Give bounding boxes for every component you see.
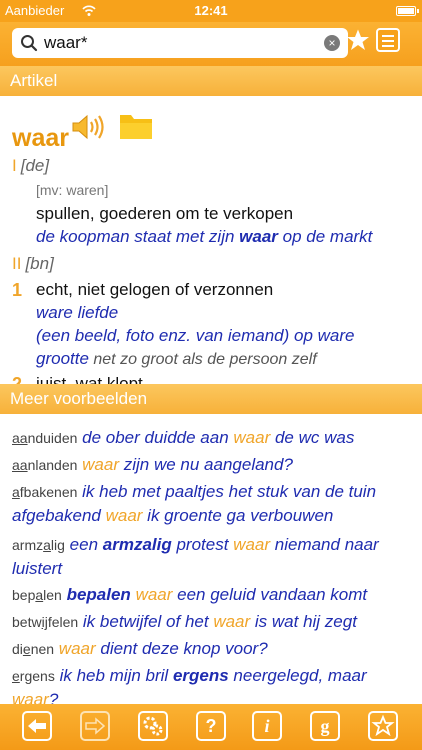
match-term: waar — [233, 428, 271, 447]
example-keyword[interactable]: bepalen — [12, 587, 62, 603]
settings-icon[interactable] — [138, 711, 168, 741]
sense2-definition: echt, niet gelogen of verzonnen — [36, 280, 274, 299]
article-pane[interactable]: waar I [de] [mv: waren] spullen, goederen… — [0, 98, 422, 384]
sense1-example[interactable]: de koopman staat met zijn waar op de mar… — [36, 227, 372, 247]
example-text: dient deze knop voor? — [95, 639, 268, 658]
example-text: een geluid vandaan komt — [172, 585, 368, 604]
example-keyword[interactable]: afbakenen — [12, 484, 77, 500]
example-text: neergelegd, maar — [228, 666, 367, 685]
match-term: waar — [82, 455, 119, 474]
sense2-example-1[interactable]: ware liefde — [36, 303, 118, 323]
match-term: waar — [105, 506, 143, 525]
example-text: zijn we nu aangeland? — [119, 455, 293, 474]
example-text: de wc was — [270, 428, 355, 447]
match-term: waar — [213, 612, 251, 631]
example-text: ik groente ga verbouwen — [142, 506, 334, 525]
example-text: ? — [48, 690, 59, 704]
info-icon[interactable]: i — [252, 711, 282, 741]
list-icon[interactable] — [376, 28, 400, 52]
example-text: ik betwijfel of het — [82, 612, 214, 631]
example-text: ergens — [172, 666, 229, 685]
battery-icon — [396, 6, 419, 16]
sense2-label: II [bn] — [12, 254, 54, 273]
example-keyword[interactable]: aanduiden — [12, 430, 77, 446]
example-text: ik heb mijn bril — [59, 666, 173, 685]
match-term: waar — [135, 585, 173, 604]
example-row[interactable]: bepalen bepalen waar een geluid vandaan … — [12, 583, 412, 607]
search-bar: × — [0, 22, 422, 66]
match-term: waar — [12, 690, 49, 704]
example-row[interactable]: aanduiden de ober duidde aan waar de wc … — [12, 426, 412, 450]
status-bar: Aanbieder 12:41 — [0, 0, 422, 22]
example-text: bepalen — [66, 585, 131, 604]
example-row[interactable]: aanlanden waar zijn we nu aangeland? — [12, 453, 412, 477]
search-icon — [21, 35, 38, 52]
example-text: protest — [171, 535, 234, 554]
match-term: waar — [58, 639, 96, 658]
example-keyword[interactable]: betwijfelen — [12, 614, 78, 630]
example-keyword[interactable]: ergens — [12, 668, 55, 684]
sense2-number-2: 2 — [12, 374, 23, 384]
search-input[interactable] — [44, 31, 324, 55]
example-keyword[interactable]: aanlanden — [12, 457, 77, 473]
example-row[interactable]: ergens ik heb mijn bril ergens neergeleg… — [12, 664, 412, 704]
sense2-definition-2: juist, wat klopt — [36, 374, 143, 384]
example-row[interactable]: afbakenen ik heb met paaltjes het stuk v… — [12, 480, 412, 527]
example-text: een — [69, 535, 103, 554]
examples-list[interactable]: aanduiden de ober duidde aan waar de wc … — [0, 414, 422, 704]
sense2-number: 1 — [12, 280, 23, 300]
sense2-example-3[interactable]: grootte net zo groot als de persoon zelf — [36, 349, 317, 369]
status-time: 12:41 — [194, 3, 228, 18]
sense1-definition: spullen, goederen om te verkopen — [36, 204, 294, 223]
star-icon[interactable] — [346, 28, 370, 52]
example-row[interactable]: betwijfelen ik betwijfel of het waar is … — [12, 610, 412, 634]
example-row[interactable]: armzalig een armzalig protest waar niema… — [12, 533, 412, 580]
match-term: waar — [233, 535, 271, 554]
example-row[interactable]: dienen waar dient deze knop voor? — [12, 637, 412, 661]
folder-icon[interactable] — [119, 112, 153, 142]
sense1-grammar: [mv: waren] — [36, 182, 109, 198]
example-text: is wat hij zegt — [250, 612, 357, 631]
example-keyword[interactable]: armzalig — [12, 537, 65, 553]
sense2-example-2[interactable]: (een beeld, foto enz. van iemand) op war… — [36, 326, 354, 346]
sense1-label: I [de] — [12, 156, 50, 175]
arrow-left-icon[interactable] — [22, 711, 52, 741]
clear-icon[interactable]: × — [324, 35, 340, 51]
example-text: de ober duidde aan — [82, 428, 234, 447]
article-header: Artikel — [0, 66, 422, 96]
search-box[interactable]: × — [12, 28, 348, 58]
favorite-icon[interactable] — [368, 711, 398, 741]
help-icon[interactable]: ? — [196, 711, 226, 741]
example-text: armzalig — [102, 535, 172, 554]
headword: waar — [12, 124, 69, 152]
speaker-icon[interactable] — [70, 112, 104, 142]
google-icon[interactable]: g — [310, 711, 340, 741]
more-examples-header: Meer voorbeelden — [0, 384, 422, 414]
example-keyword[interactable]: dienen — [12, 641, 54, 657]
arrow-right-icon[interactable] — [80, 711, 110, 741]
bottom-toolbar: ? i g — [0, 704, 422, 750]
